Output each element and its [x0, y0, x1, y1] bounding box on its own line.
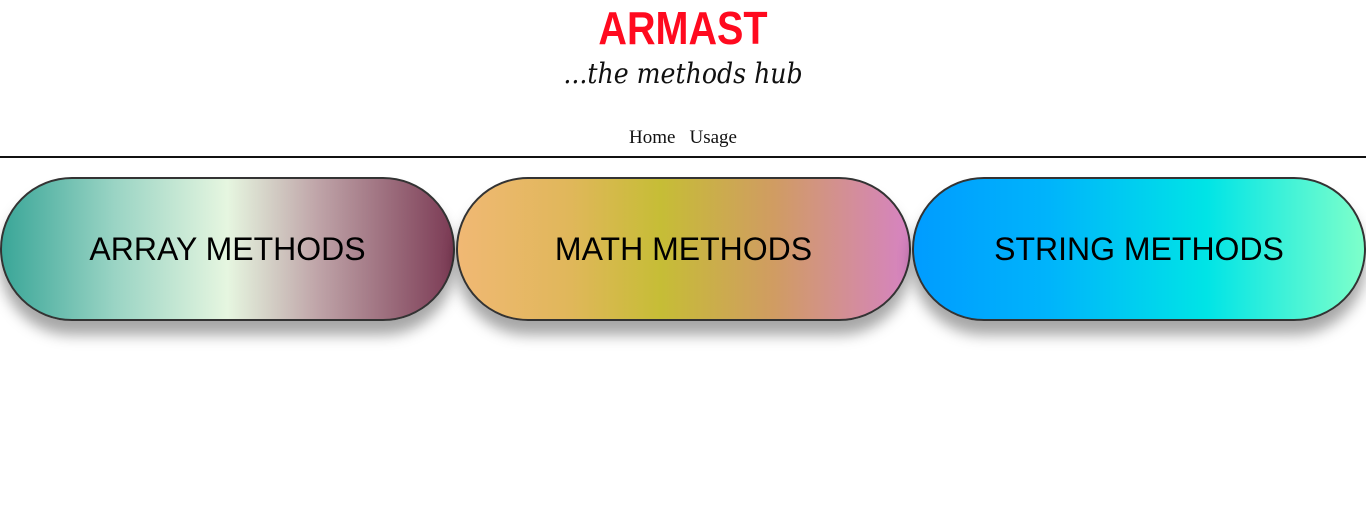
math-methods-label: MATH METHODS	[554, 230, 813, 267]
string-methods-button[interactable]: STRING METHODS	[912, 177, 1366, 321]
array-methods-label: ARRAY METHODS	[89, 230, 366, 267]
array-methods-button[interactable]: ARRAY METHODS	[0, 177, 455, 321]
string-methods-label: STRING METHODS	[994, 230, 1284, 267]
brand-tagline: ...the methods hub	[563, 57, 803, 90]
site-header: ARMAST ...the methods hub Home Usage	[0, 0, 1366, 158]
method-categories: ARRAY METHODS MATH METHODS STRING METHOD…	[0, 177, 1366, 321]
nav-link-usage[interactable]: Usage	[689, 126, 736, 150]
math-methods-button[interactable]: MATH METHODS	[456, 177, 911, 321]
nav-link-home[interactable]: Home	[629, 126, 675, 150]
main-nav: Home Usage	[0, 126, 1366, 150]
brand-title: ARMAST	[598, 2, 768, 54]
